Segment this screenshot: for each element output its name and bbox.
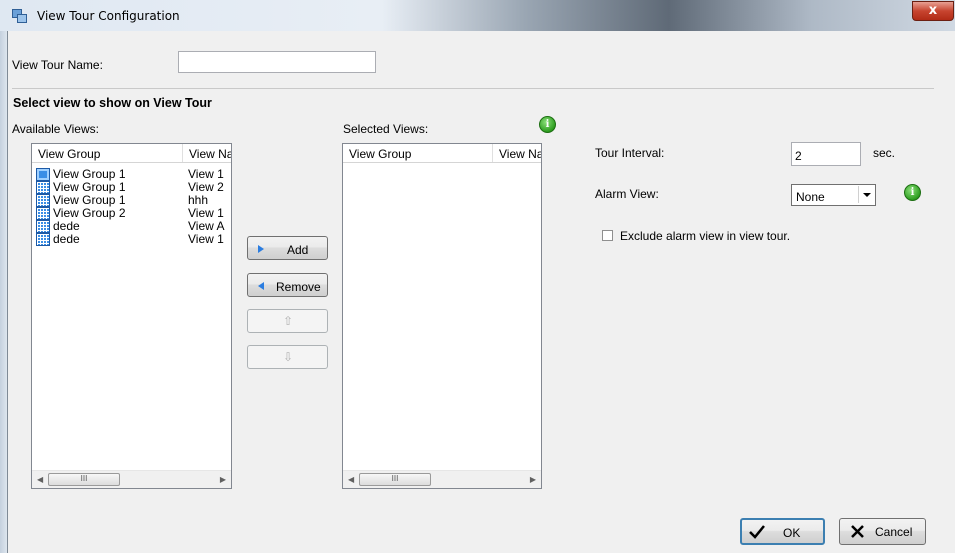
selected-views-label: Selected Views: [343,122,429,136]
tour-name-input[interactable] [178,51,376,73]
move-down-button[interactable]: ⇩ [247,345,328,369]
chevron-down-icon[interactable] [858,186,874,203]
section-divider [12,88,934,89]
column-separator[interactable] [182,144,183,162]
scroll-right-icon[interactable]: ▶ [530,475,536,484]
column-header-view-name[interactable]: View Na [499,147,541,161]
cancel-x-icon [851,525,864,538]
info-icon[interactable]: i [904,184,921,201]
ok-button[interactable]: OK [740,518,825,545]
grid-view-icon [36,181,50,194]
horizontal-scrollbar[interactable]: ◀ III ▶ [343,470,541,488]
interval-unit-label: sec. [873,146,896,160]
alarm-view-label: Alarm View: [595,187,659,201]
grid-view-icon [36,220,50,233]
ok-button-label: OK [783,526,801,540]
checkmark-icon [749,525,765,539]
info-icon[interactable]: i [539,116,556,133]
window-frame [0,31,7,553]
close-button[interactable]: x [912,1,954,21]
exclude-alarm-label[interactable]: Exclude alarm view in view tour. [620,229,790,243]
selected-views-list[interactable]: View Group View Na ◀ III ▶ [342,143,542,489]
scroll-left-icon[interactable]: ◀ [37,475,43,484]
arrow-left-icon [258,282,264,290]
grid-view-icon [36,233,50,246]
available-views-list[interactable]: View Group View Na View Group 1 View 1 V… [31,143,232,489]
available-views-label: Available Views: [12,122,99,136]
column-separator[interactable] [492,144,493,162]
alarm-view-select[interactable]: None [791,184,876,206]
scroll-thumb[interactable]: III [359,473,431,486]
arrow-down-icon: ⇩ [283,350,294,364]
add-button-label: Add [287,243,309,257]
remove-button-label: Remove [276,280,321,294]
scroll-right-icon[interactable]: ▶ [220,475,226,484]
add-button[interactable]: Add [247,236,328,260]
tour-interval-label: Tour Interval: [595,146,665,160]
app-icon [12,9,27,23]
title-bar: View Tour Configuration x [0,0,955,32]
list-item[interactable]: dede View 1 [32,233,231,246]
column-header-view-name[interactable]: View Na [189,147,231,161]
list-header: View Group View Na [32,144,231,163]
view-name-cell: View 1 [188,232,224,246]
arrow-right-icon [258,245,264,253]
alarm-view-value: None [796,190,825,204]
column-header-view-group[interactable]: View Group [38,147,100,161]
arrow-up-icon: ⇧ [283,314,294,328]
cancel-button-label: Cancel [875,525,913,539]
horizontal-scrollbar[interactable]: ◀ III ▶ [32,470,231,488]
exclude-alarm-checkbox[interactable] [602,230,613,241]
dialog-body: View Tour Name: Select view to show on V… [7,31,955,553]
scroll-thumb[interactable]: III [48,473,120,486]
grid-view-icon [36,194,50,207]
view-group-cell: dede [53,232,80,246]
window-title: View Tour Configuration [37,9,180,23]
single-view-icon [36,168,50,181]
grid-view-icon [36,207,50,220]
column-header-view-group[interactable]: View Group [349,147,411,161]
tour-interval-input[interactable] [791,142,861,166]
scroll-left-icon[interactable]: ◀ [348,475,354,484]
tour-name-label: View Tour Name: [12,58,103,72]
remove-button[interactable]: Remove [247,273,328,297]
move-up-button[interactable]: ⇧ [247,309,328,333]
section-title: Select view to show on View Tour [13,96,212,110]
cancel-button[interactable]: Cancel [839,518,926,545]
list-header: View Group View Na [343,144,541,163]
